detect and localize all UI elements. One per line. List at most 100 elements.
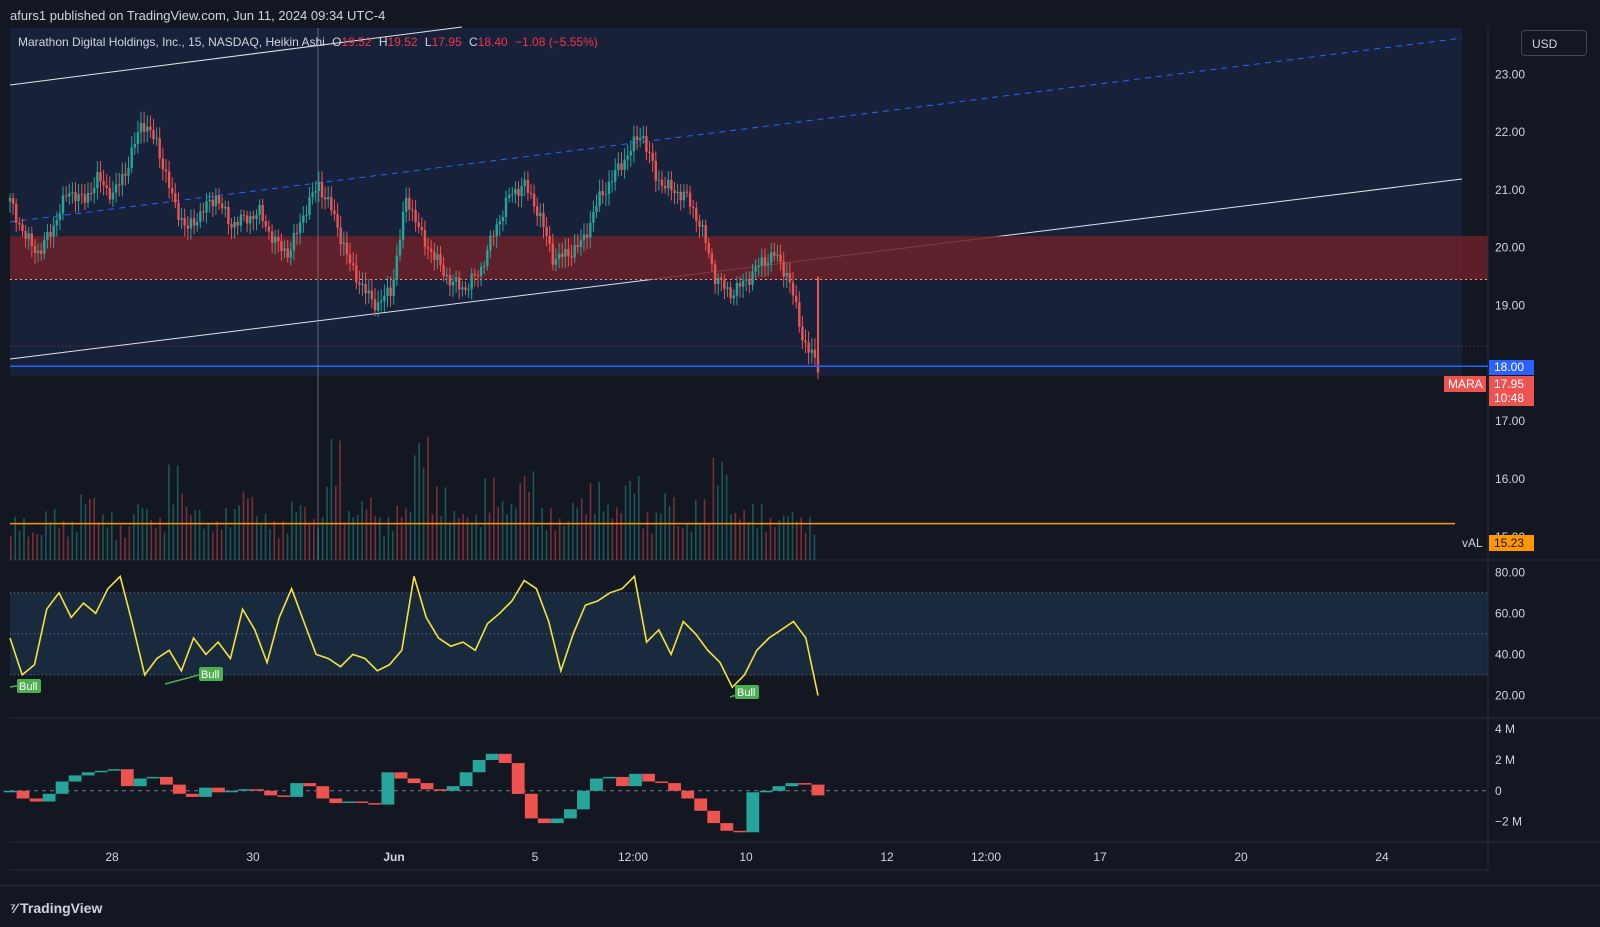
volume-bar [699, 522, 701, 560]
candle-body [330, 197, 333, 211]
candle-body [274, 236, 277, 243]
osc-bar [368, 803, 382, 805]
candle-body [311, 192, 314, 198]
volume-bar [71, 521, 74, 560]
candle-body [252, 216, 255, 219]
candle-body [464, 287, 467, 290]
candle-body [58, 213, 62, 221]
osc-bar [472, 760, 486, 773]
time-tick-label: 20 [1234, 850, 1248, 864]
volume-bar [234, 509, 236, 560]
candle-body [339, 227, 342, 245]
candle-body [557, 253, 561, 259]
candle-body [189, 218, 193, 229]
volume-bar [330, 438, 333, 560]
volume-bar [585, 514, 587, 560]
osc-bar [186, 793, 199, 797]
osc-bar [537, 818, 551, 824]
candle-body [43, 239, 46, 254]
candle-body [18, 222, 21, 225]
legend-close-value: 18.40 [477, 35, 508, 49]
currency-button[interactable]: USD [1521, 30, 1587, 56]
volume-bar [471, 522, 473, 560]
candle-body [118, 184, 121, 186]
volume-bar [484, 478, 486, 560]
candle-body [688, 192, 692, 207]
bull-label-text: Bull [201, 669, 219, 681]
candle-body [352, 263, 355, 266]
candle-body [136, 132, 140, 144]
osc-bar [329, 798, 343, 804]
bull-label-text: Bull [19, 681, 37, 693]
candle-body [155, 138, 158, 140]
volume-bar [651, 533, 653, 560]
osc-tick-label: 0 [1495, 784, 1502, 798]
volume-bar [545, 530, 548, 560]
candle-body [754, 267, 757, 272]
candle-body [582, 234, 586, 241]
candle-body [355, 265, 358, 283]
volume-bar [89, 499, 91, 560]
candle-body [663, 185, 667, 189]
candle-body [726, 287, 729, 289]
volume-bar [53, 508, 56, 560]
price-tick-label: 19.00 [1495, 299, 1525, 313]
legend-open-label: O [332, 35, 342, 49]
volume-bar [238, 505, 240, 560]
volume-bar [190, 515, 192, 560]
volume-bar [642, 528, 644, 560]
tradingview-logo[interactable]: ⁷⁄ TradingView [10, 900, 102, 916]
osc-bar [446, 786, 460, 791]
chart-stage[interactable]: Bull Bull Bull 23.00 22.00 21.00 20.00 19.00 17… [0, 0, 1600, 922]
volume-bar [453, 510, 456, 560]
volume-bar [133, 514, 135, 560]
candle-body [623, 159, 626, 170]
candle-body [11, 198, 15, 204]
candle-body [461, 287, 464, 290]
volume-bar [703, 499, 706, 560]
candle-body [202, 211, 205, 213]
candle-body [96, 172, 99, 189]
volume-bar [488, 512, 491, 560]
volume-bar [721, 462, 723, 560]
osc-bar [251, 789, 264, 791]
candle-body [679, 191, 682, 201]
volume-bar [339, 440, 341, 560]
volume-bar [75, 532, 78, 560]
osc-bar [681, 790, 695, 799]
volume-bar [668, 506, 671, 560]
volume-bar [58, 527, 60, 560]
candle-body [277, 236, 280, 242]
volume-bar [778, 520, 781, 560]
volume-bar [317, 528, 319, 560]
candle-body [93, 188, 96, 194]
candle-body [255, 214, 258, 219]
volume-bar [216, 521, 218, 560]
candle-body [8, 198, 12, 202]
osc-bar [616, 776, 629, 787]
volume-bar [730, 514, 732, 560]
candle-body [629, 151, 632, 156]
osc-bar [394, 772, 408, 779]
volume-bar [10, 536, 12, 560]
candle-body [401, 211, 405, 240]
volume-bar [45, 511, 47, 560]
chart-svg[interactable]: Bull Bull Bull 23.00 22.00 21.00 20.00 19.00 17… [0, 0, 1600, 922]
candle-body [648, 151, 651, 153]
candle-body [270, 231, 274, 243]
osc-bar [3, 790, 17, 793]
volume-bar [18, 531, 21, 560]
volume-bar [580, 498, 583, 560]
candle-body [501, 217, 505, 222]
osc-bar [720, 823, 734, 831]
candle-body [361, 283, 364, 285]
candle-body [314, 191, 317, 193]
volume-bar [493, 477, 495, 560]
candle-body [214, 195, 218, 207]
candle-body [220, 203, 224, 209]
osc-bar [759, 790, 773, 793]
candle-body [196, 222, 199, 226]
candle-body [405, 197, 408, 212]
candle-body [292, 233, 296, 251]
candle-body [635, 136, 639, 141]
